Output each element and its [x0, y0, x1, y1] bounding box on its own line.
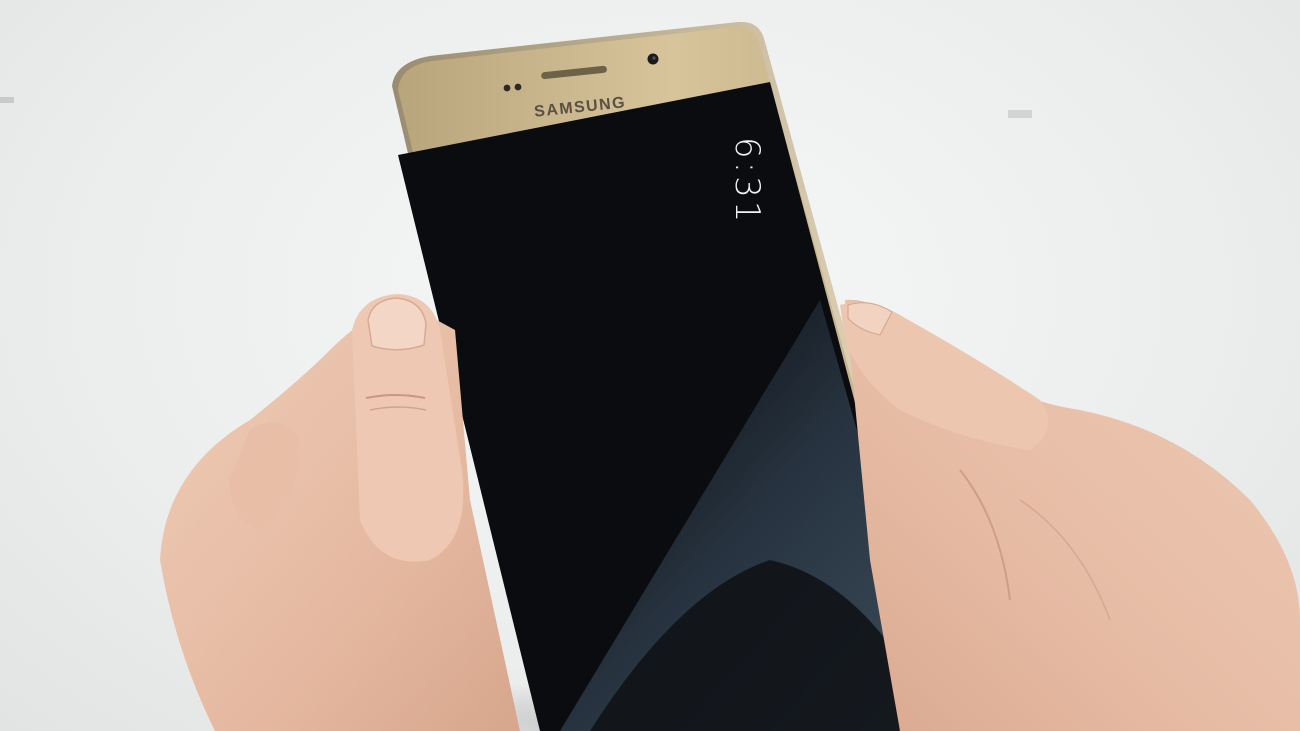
edge-mark-left [0, 97, 14, 103]
scene-svg: SAMSUNG 6:31 [0, 21, 1300, 731]
light-sensor [514, 83, 522, 91]
edge-mark-right [1008, 110, 1032, 118]
right-hand [840, 299, 1300, 731]
left-thumb-nail [367, 297, 427, 351]
always-on-clock: 6:31 [727, 137, 767, 225]
photo-scene: SAMSUNG 6:31 [0, 0, 1300, 731]
front-camera-lens-glint [652, 56, 656, 60]
proximity-sensor [503, 84, 511, 92]
